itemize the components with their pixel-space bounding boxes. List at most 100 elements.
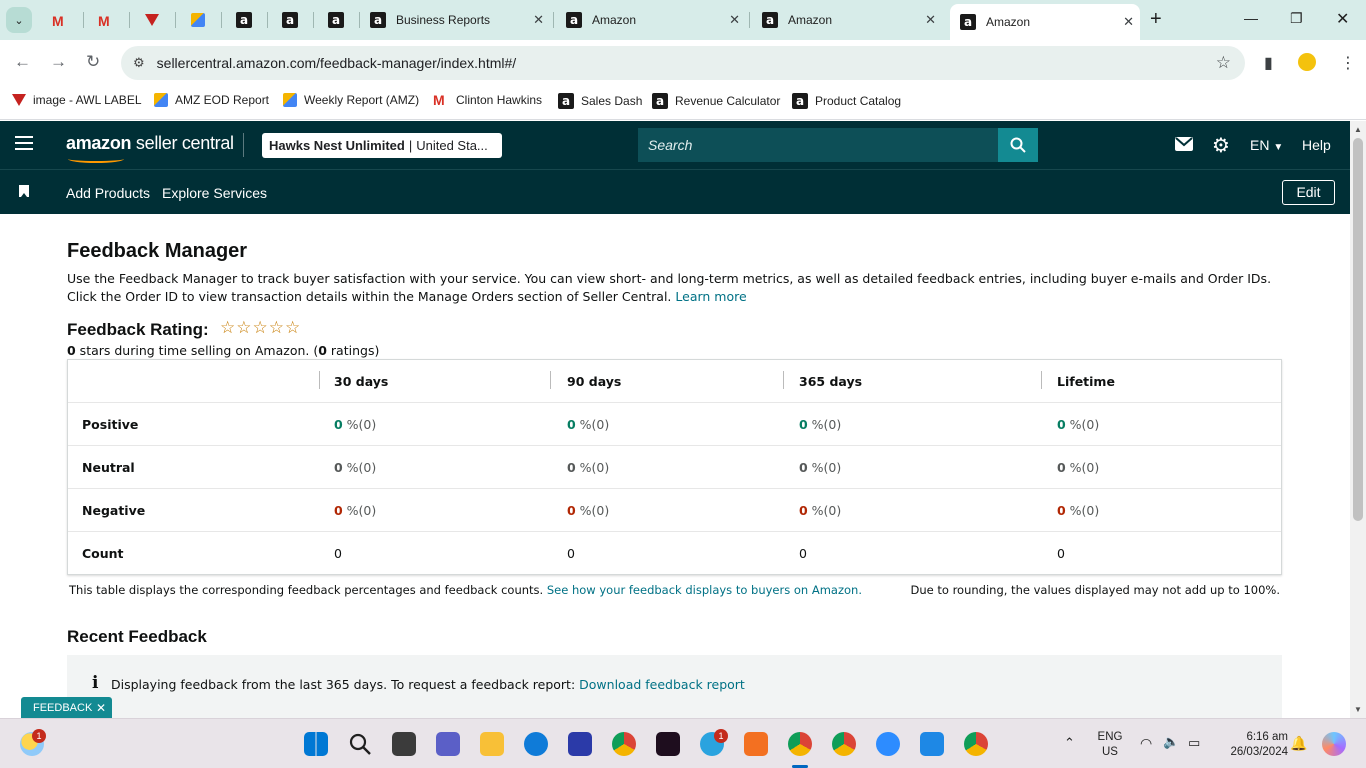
bookmark-amz-eod[interactable]: AMZ EOD Report [154,93,269,107]
ringcentral-icon[interactable] [744,732,768,756]
weather-badge: 1 [32,729,46,743]
info-message: Displaying feedback from the last 365 da… [111,677,576,692]
clock-date: 26/03/2024 [1230,746,1288,758]
amazon-a-icon: a [960,14,976,30]
bookmark-star-icon[interactable]: ☆ [1216,53,1231,73]
bookmark-revenue-calculator[interactable]: a Revenue Calculator [652,93,780,109]
chrome-icon[interactable] [612,732,636,756]
info-text: Displaying feedback from the last 365 da… [111,677,745,692]
tab-separator [749,12,750,28]
bookmark-clinton-hawkins[interactable]: M Clinton Hawkins [433,93,542,108]
report-pen-icon [283,93,297,107]
add-products-link[interactable]: Add Products [66,185,150,201]
reload-button[interactable]: ↻ [86,52,100,72]
bookmark-icon[interactable] [19,185,29,197]
chrome-profile-icon[interactable] [832,732,856,756]
feedback-display-link[interactable]: See how your feedback displays to buyers… [547,583,862,597]
close-icon[interactable]: ✕ [925,12,936,28]
close-icon[interactable]: ✕ [533,12,544,28]
forward-button[interactable]: → [50,52,67,72]
new-tab-button[interactable]: + [1150,9,1162,29]
tab-separator [313,12,314,28]
page-scrollbar[interactable]: ▲ ▼ [1350,121,1366,718]
url-text[interactable]: sellercentral.amazon.com/feedback-manage… [157,55,517,71]
mail-icon[interactable] [1175,135,1193,156]
wifi-icon[interactable]: ◠ [1140,735,1152,752]
clock[interactable]: 6:16 am 26/03/2024 [1216,730,1288,760]
amazon-a-icon: a [566,12,582,28]
pinned-tab-gmail-1[interactable]: M [48,8,72,32]
site-settings-icon[interactable]: ⚙ [133,55,145,71]
copilot-icon[interactable] [1322,732,1346,756]
amazon-a-icon: a [370,12,386,28]
close-icon[interactable]: ✕ [729,12,740,28]
gear-icon[interactable]: ⚙ [1212,133,1230,158]
pinned-tab-report[interactable] [186,8,210,32]
bookmark-awl-label[interactable]: image - AWL LABEL [12,93,142,107]
scroll-up-icon[interactable]: ▲ [1354,125,1362,134]
close-icon[interactable]: ✕ [1123,14,1134,30]
chrome-profile-icon[interactable] [964,732,988,756]
amazon-a-icon: a [282,12,298,28]
minimize-button[interactable]: — [1244,10,1258,26]
pinned-tab-amazon-1[interactable]: a [232,8,256,32]
close-icon[interactable]: ✕ [96,697,106,720]
bookmarks-bar: image - AWL LABEL AMZ EOD Report Weekly … [0,86,1366,120]
app-icon[interactable] [568,732,592,756]
edge-icon[interactable] [524,732,548,756]
tab-search-button[interactable]: ⌄ [6,7,32,33]
gmail-icon: M [98,12,110,29]
account-switcher[interactable]: Hawks Nest Unlimited | United Sta... [262,133,502,158]
chrome-profile-icon[interactable] [788,732,812,756]
feedback-widget-button[interactable]: FEEDBACK ✕ [21,697,112,720]
tab-amazon-1[interactable]: a Amazon ✕ [556,6,746,34]
tab-business-reports[interactable]: a Business Reports ✕ [360,6,550,34]
bookmark-weekly-report[interactable]: Weekly Report (AMZ) [283,93,419,107]
search-button[interactable] [998,128,1038,162]
search-icon[interactable] [348,732,372,756]
battery-icon[interactable]: ▭ [1188,735,1200,751]
address-bar[interactable]: ⚙ sellercentral.amazon.com/feedback-mana… [121,46,1245,80]
scroll-down-icon[interactable]: ▼ [1354,705,1362,714]
more-menu-icon[interactable]: ⋮ [1340,53,1356,73]
file-explorer-icon[interactable] [480,732,504,756]
volume-icon[interactable]: 🔈 [1163,734,1179,750]
back-button[interactable]: ← [14,52,31,72]
tab-separator [553,12,554,28]
tab-separator [129,12,130,28]
windows-start-icon[interactable] [304,732,328,756]
language-selector[interactable]: EN ▼ [1250,137,1283,153]
notepad-icon[interactable] [920,732,944,756]
search-input[interactable] [648,137,978,153]
seller-central-logo[interactable]: amazon seller central [66,133,234,163]
hamburger-menu-icon[interactable] [15,136,33,152]
learn-more-link[interactable]: Learn more [675,289,746,304]
arrow-left-icon: ← [14,52,31,71]
bookmark-product-catalog[interactable]: a Product Catalog [792,93,901,109]
edit-button[interactable]: Edit [1282,180,1335,205]
tab-title: Business Reports [396,13,491,27]
scroll-thumb[interactable] [1353,138,1363,521]
pinned-tab-amazon-3[interactable]: a [324,8,348,32]
task-view-icon[interactable] [392,732,416,756]
help-link[interactable]: Help [1302,137,1331,153]
zoom-icon[interactable] [876,732,900,756]
bookmark-sales-dash[interactable]: a Sales Dash [558,93,642,109]
tab-amazon-2[interactable]: a Amazon ✕ [752,6,942,34]
restore-button[interactable]: ❐ [1290,10,1303,27]
download-feedback-report-link[interactable]: Download feedback report [579,677,745,692]
explore-services-link[interactable]: Explore Services [162,185,267,201]
notification-bell-icon[interactable]: 🔔 [1290,735,1307,752]
amazon-a-icon: a [558,93,574,109]
side-panel-icon[interactable]: ▮ [1264,53,1273,73]
valorant-icon[interactable] [656,732,680,756]
profile-avatar[interactable] [1298,53,1316,71]
teams-icon[interactable] [436,732,460,756]
pinned-tab-gmail-2[interactable]: M [94,8,118,32]
pinned-tab-amazon-2[interactable]: a [278,8,302,32]
chevron-up-icon[interactable]: ⌃ [1064,735,1075,751]
close-window-button[interactable]: ✕ [1336,9,1349,29]
pinned-tab-awl[interactable] [140,8,164,32]
tab-amazon-active[interactable]: a Amazon ✕ [950,4,1140,40]
input-language[interactable]: ENG US [1094,730,1126,760]
